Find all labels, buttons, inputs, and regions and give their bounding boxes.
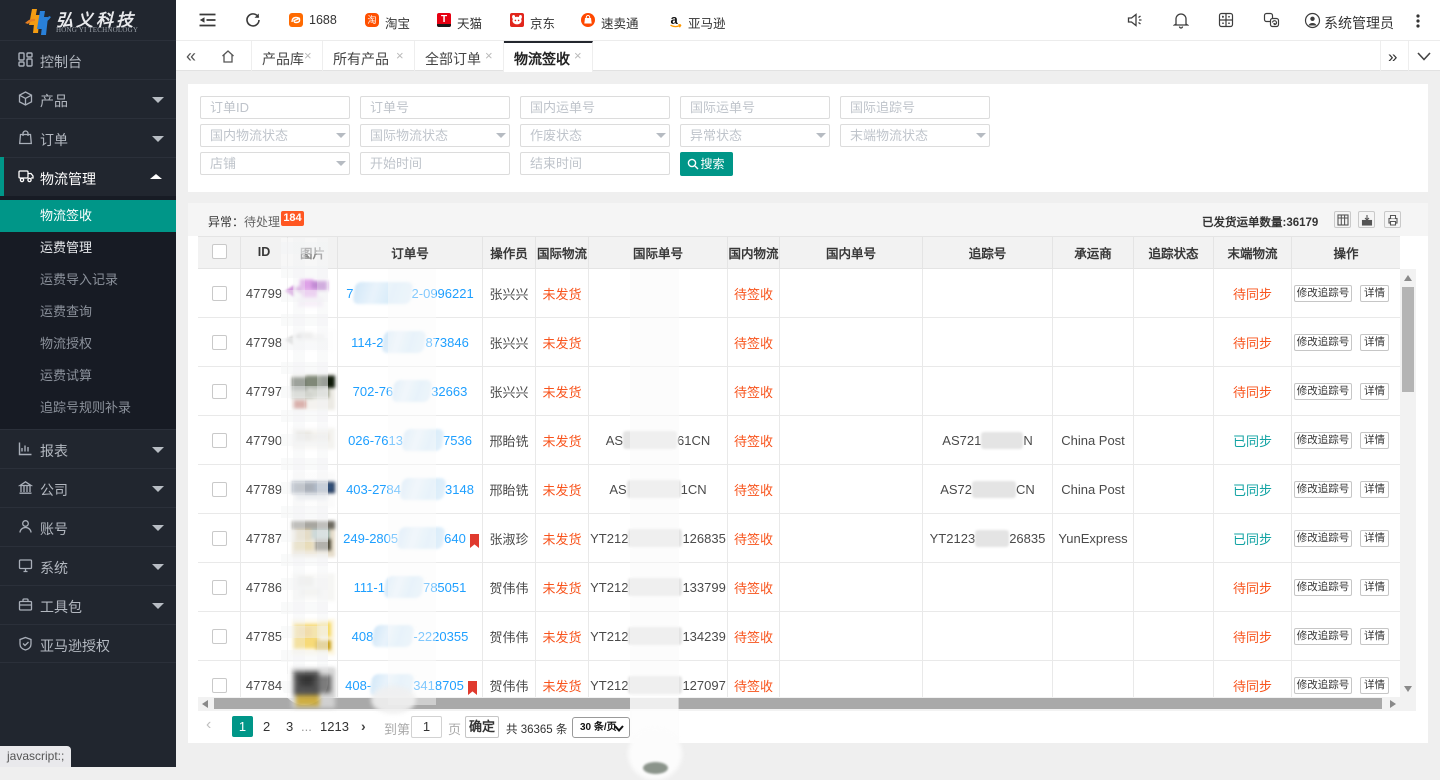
svg-text:a: a xyxy=(671,13,679,27)
